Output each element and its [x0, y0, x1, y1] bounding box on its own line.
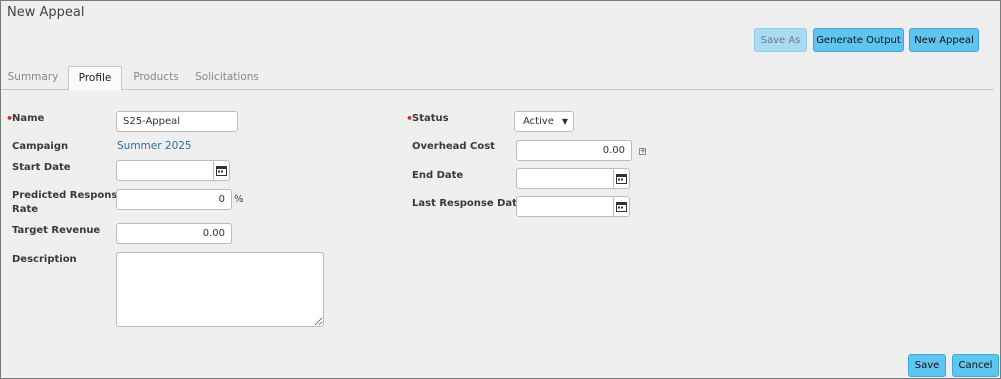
target-revenue-field[interactable]: [116, 223, 232, 244]
name-label: Name: [12, 113, 45, 124]
page-title: New Appeal: [7, 5, 85, 20]
calendar-icon[interactable]: [213, 161, 229, 180]
end-date-label: End Date: [412, 170, 464, 181]
predicted-response-label-line2: Rate: [12, 204, 39, 215]
calendar-icon[interactable]: [613, 197, 629, 216]
generate-output-button[interactable]: Generate Output: [813, 28, 904, 52]
cancel-button[interactable]: Cancel: [952, 354, 999, 377]
overhead-cost-field[interactable]: [516, 140, 632, 161]
predicted-response-rate-field[interactable]: [116, 189, 232, 210]
status-select[interactable]: Active ▼: [514, 111, 574, 132]
tab-bar: Summary Profile Products Solicitations: [1, 66, 994, 91]
save-as-button[interactable]: Save As: [754, 28, 807, 52]
target-revenue-label: Target Revenue: [12, 225, 101, 236]
campaign-label: Campaign: [12, 141, 69, 152]
status-label: Status: [412, 113, 449, 124]
chevron-down-icon: ▼: [561, 117, 568, 126]
description-label: Description: [12, 254, 77, 265]
percent-unit: %: [234, 194, 244, 205]
tab-summary[interactable]: Summary: [1, 66, 65, 90]
save-button[interactable]: Save: [908, 354, 946, 377]
description-field[interactable]: [116, 252, 324, 327]
status-selected-value: Active: [523, 116, 554, 127]
appeal-window: New Appeal Save As Generate Output New A…: [0, 0, 1001, 379]
name-field[interactable]: [116, 111, 238, 132]
campaign-link[interactable]: Summer 2025: [117, 140, 192, 152]
calendar-icon[interactable]: [613, 169, 629, 188]
tab-profile[interactable]: Profile: [68, 66, 122, 91]
new-appeal-button[interactable]: New Appeal: [909, 28, 979, 52]
start-date-label: Start Date: [12, 162, 71, 173]
tab-products[interactable]: Products: [127, 66, 185, 90]
tab-solicitations[interactable]: Solicitations: [191, 66, 263, 90]
plus-box-icon[interactable]: +: [639, 148, 646, 155]
predicted-response-label-line1: Predicted Response: [12, 190, 125, 201]
last-response-date-label: Last Response Date: [412, 198, 524, 209]
overhead-cost-label: Overhead Cost: [412, 141, 495, 152]
